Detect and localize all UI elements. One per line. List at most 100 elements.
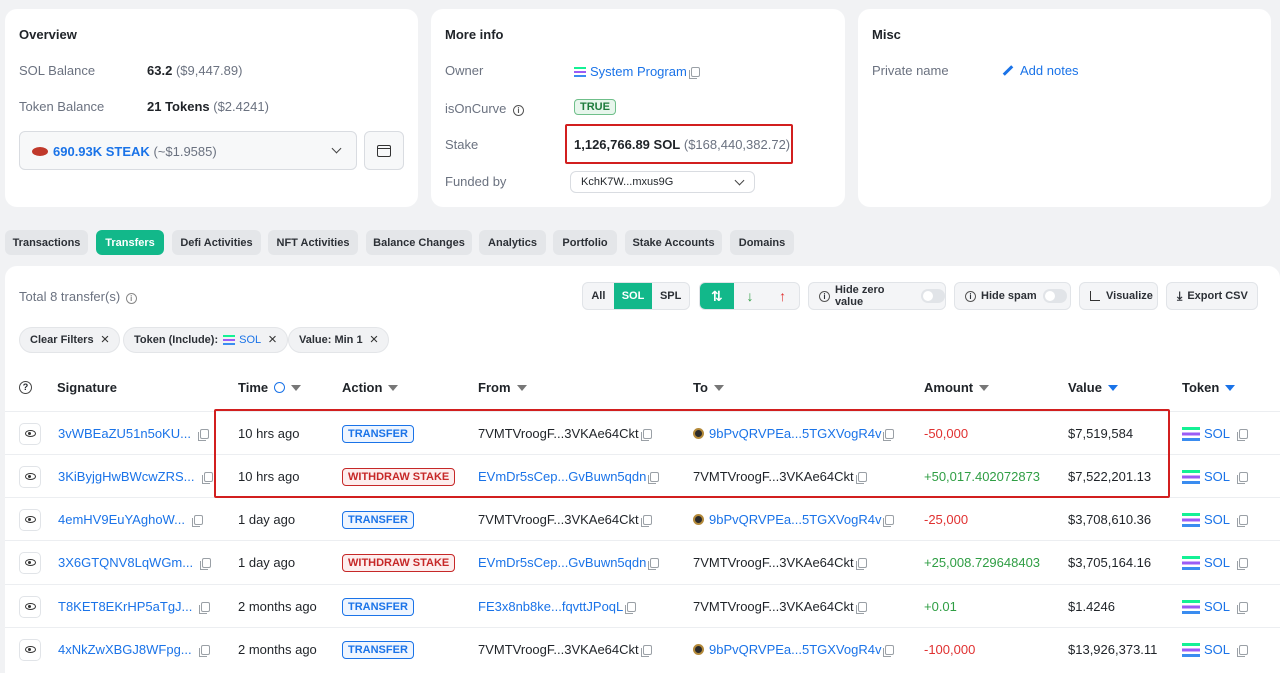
copy-icon[interactable] <box>688 67 700 79</box>
copy-icon[interactable] <box>1237 644 1249 657</box>
copy-icon[interactable] <box>648 471 660 484</box>
header-amount[interactable]: Amount <box>924 380 990 395</box>
to-address[interactable]: 7VMTVroogF...3VKAe64Ckt <box>693 555 854 570</box>
tab-balance-changes[interactable]: Balance Changes <box>366 230 472 255</box>
copy-icon[interactable] <box>855 557 867 570</box>
direction-out-button[interactable]: ↑ <box>766 283 799 309</box>
copy-icon[interactable] <box>198 644 210 657</box>
copy-icon[interactable] <box>200 557 212 570</box>
hide-spam-toggle[interactable]: i Hide spam <box>954 282 1071 310</box>
value-filter-chip[interactable]: Value: Min 1 × <box>288 327 390 353</box>
signature-link[interactable]: T8KET8EKrHP5aTgJ... <box>58 599 192 614</box>
tab-nft-activities[interactable]: NFT Activities <box>268 230 358 255</box>
info-icon[interactable]: i <box>513 105 525 116</box>
token-select[interactable]: 690.93K STEAK (~$1.9585) <box>19 131 357 170</box>
copy-icon[interactable] <box>191 514 203 527</box>
header-to[interactable]: To <box>693 380 724 395</box>
view-button[interactable] <box>19 551 41 574</box>
hide-zero-toggle[interactable]: i Hide zero value <box>808 282 946 310</box>
copy-icon[interactable] <box>883 428 895 441</box>
from-address[interactable]: FE3x8nb8ke...fqvttJPoqL <box>478 599 623 614</box>
filter-spl[interactable]: SPL <box>652 283 689 309</box>
direction-both-button[interactable]: ⇅ <box>700 283 734 309</box>
copy-icon[interactable] <box>883 514 895 527</box>
visualize-button[interactable]: Visualize <box>1079 282 1158 310</box>
header-value[interactable]: Value <box>1068 380 1118 395</box>
to-address[interactable]: 9bPvQRVPEa...5TGXVogR4v <box>709 426 881 441</box>
close-icon[interactable]: × <box>370 332 379 347</box>
token-link[interactable]: SOL <box>1204 642 1230 657</box>
from-address[interactable]: EVmDr5sCep...GvBuwn5qdn <box>478 469 646 484</box>
copy-icon[interactable] <box>883 644 895 657</box>
copy-icon[interactable] <box>640 514 652 527</box>
header-from[interactable]: From <box>478 380 527 395</box>
copy-icon[interactable] <box>1237 471 1249 484</box>
token-link[interactable]: SOL <box>1204 555 1230 570</box>
header-action[interactable]: Action <box>342 380 399 395</box>
view-button[interactable] <box>19 422 41 445</box>
token-link[interactable]: SOL <box>1204 599 1230 614</box>
signature-link[interactable]: 4emHV9EuYAghoW... <box>58 512 185 527</box>
view-button[interactable] <box>19 595 41 618</box>
clock-icon[interactable] <box>274 382 286 393</box>
tab-analytics[interactable]: Analytics <box>479 230 546 255</box>
from-address[interactable]: EVmDr5sCep...GvBuwn5qdn <box>478 555 646 570</box>
to-address[interactable]: 9bPvQRVPEa...5TGXVogR4v <box>709 512 881 527</box>
add-notes-link[interactable]: Add notes <box>1002 63 1079 78</box>
filter-icon[interactable] <box>388 385 399 391</box>
from-address[interactable]: 7VMTVroogF...3VKAe64Ckt <box>478 642 639 657</box>
filter-icon[interactable] <box>979 385 990 391</box>
to-address[interactable]: 7VMTVroogF...3VKAe64Ckt <box>693 469 854 484</box>
signature-link[interactable]: 4xNkZwXBGJ8WFpg... <box>58 642 192 657</box>
copy-icon[interactable] <box>201 471 213 484</box>
signature-link[interactable]: 3KiByjgHwBWcwZRS... <box>58 469 195 484</box>
to-address[interactable]: 7VMTVroogF...3VKAe64Ckt <box>693 599 854 614</box>
tab-portfolio[interactable]: Portfolio <box>553 230 617 255</box>
tab-stake-accounts[interactable]: Stake Accounts <box>625 230 722 255</box>
direction-in-button[interactable]: ↓ <box>734 283 767 309</box>
copy-icon[interactable] <box>1237 428 1249 441</box>
token-link[interactable]: SOL <box>1204 426 1230 441</box>
owner-value[interactable]: System Program <box>574 64 700 79</box>
filter-icon[interactable] <box>1225 385 1236 391</box>
close-icon[interactable]: × <box>101 332 110 347</box>
view-button[interactable] <box>19 465 41 488</box>
token-filter-chip[interactable]: Token (Include): SOL × <box>123 327 288 353</box>
hide-spam-switch[interactable] <box>1042 289 1067 303</box>
view-button[interactable] <box>19 638 41 661</box>
copy-icon[interactable] <box>1237 601 1249 614</box>
tab-defi-activities[interactable]: Defi Activities <box>172 230 261 255</box>
filter-all[interactable]: All <box>583 283 614 309</box>
tab-transactions[interactable]: Transactions <box>5 230 88 255</box>
copy-icon[interactable] <box>648 557 660 570</box>
tab-transfers[interactable]: Transfers <box>96 230 164 255</box>
header-token[interactable]: Token <box>1182 380 1236 395</box>
from-address[interactable]: 7VMTVroogF...3VKAe64Ckt <box>478 426 639 441</box>
help-icon[interactable]: ? <box>19 381 32 394</box>
wallet-button[interactable] <box>364 131 404 170</box>
copy-icon[interactable] <box>1237 557 1249 570</box>
info-icon[interactable]: i <box>125 293 137 304</box>
filter-icon[interactable] <box>291 385 302 391</box>
from-address[interactable]: 7VMTVroogF...3VKAe64Ckt <box>478 512 639 527</box>
close-icon[interactable]: × <box>268 332 277 347</box>
header-time[interactable]: Time <box>238 380 302 395</box>
token-link[interactable]: SOL <box>1204 512 1230 527</box>
copy-icon[interactable] <box>855 471 867 484</box>
hide-zero-switch[interactable] <box>921 289 945 303</box>
filter-icon[interactable] <box>1107 385 1118 391</box>
signature-link[interactable]: 3X6GTQNV8LqWGm... <box>58 555 193 570</box>
copy-icon[interactable] <box>1237 514 1249 527</box>
view-button[interactable] <box>19 508 41 531</box>
token-link[interactable]: SOL <box>1204 469 1230 484</box>
tab-domains[interactable]: Domains <box>730 230 794 255</box>
filter-icon[interactable] <box>713 385 724 391</box>
filter-icon[interactable] <box>516 385 527 391</box>
export-csv-button[interactable]: ⤓ Export CSV <box>1166 282 1258 310</box>
copy-icon[interactable] <box>855 601 867 614</box>
copy-icon[interactable] <box>199 601 211 614</box>
clear-filters-chip[interactable]: Clear Filters × <box>19 327 121 353</box>
to-address[interactable]: 9bPvQRVPEa...5TGXVogR4v <box>709 642 881 657</box>
owner-link[interactable]: System Program <box>590 64 687 79</box>
copy-icon[interactable] <box>640 644 652 657</box>
